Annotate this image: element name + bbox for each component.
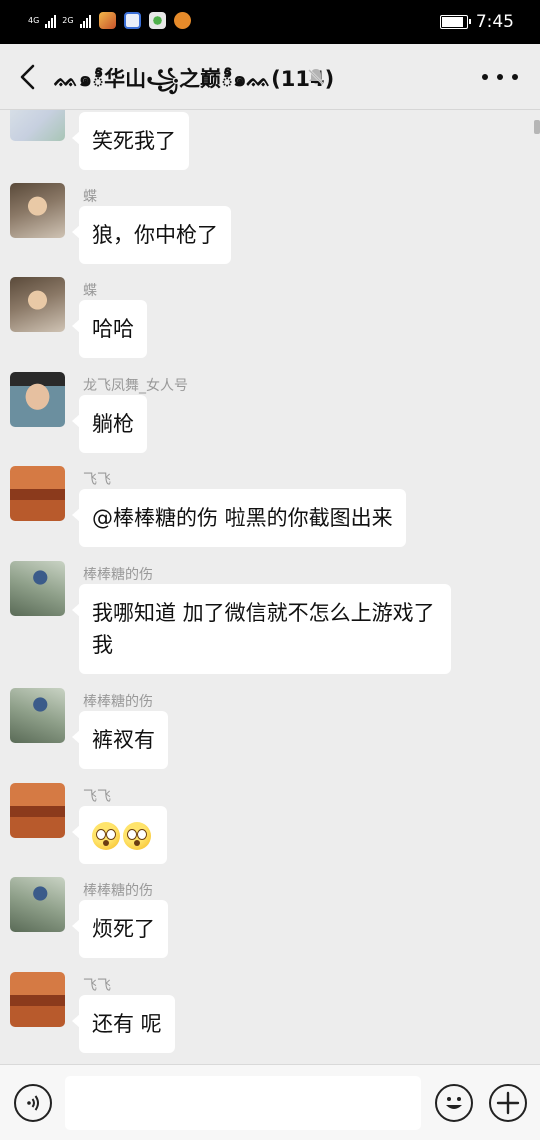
input-bar	[0, 1064, 540, 1140]
plus-icon	[496, 1091, 520, 1115]
sender-name: 龙飞凤舞_女人号	[83, 378, 188, 394]
sender-name: 棒棒糖的伤	[83, 694, 153, 710]
signal-1-icon	[45, 14, 57, 28]
message-input[interactable]	[65, 1076, 421, 1130]
voice-input-button[interactable]	[14, 1084, 52, 1122]
message-bubble[interactable]: @棒棒糖的伤 啦黑的你截图出来	[72, 489, 406, 547]
browser-app-icon	[148, 12, 166, 29]
signal-2-icon	[79, 14, 91, 28]
message-bubble[interactable]: 裤衩有	[72, 711, 168, 769]
mute-bell-icon	[306, 67, 326, 87]
avatar[interactable]	[10, 561, 65, 616]
avatar[interactable]	[10, 877, 65, 932]
baidu-app-icon	[123, 12, 141, 29]
message-bubble[interactable]: 还有 呢	[72, 995, 175, 1053]
chat-message-list[interactable]: 笑死我了 蝶 狼，你中枪了 蝶 哈哈 龙飞凤舞_女人号 躺枪 飞飞 @棒棒糖的伤…	[0, 110, 540, 1064]
message-bubble[interactable]: 躺枪	[72, 395, 147, 453]
message-bubble[interactable]: 烦死了	[72, 900, 168, 958]
avatar[interactable]	[10, 466, 65, 521]
avatar[interactable]	[10, 688, 65, 743]
more-functions-button[interactable]	[489, 1084, 527, 1122]
message-bubble[interactable]: 哈哈	[72, 300, 147, 358]
shocked-emoji-icon	[92, 822, 120, 850]
voice-icon	[27, 1095, 39, 1111]
message-bubble[interactable]: 狼，你中枪了	[72, 206, 231, 264]
shocked-emoji-icon	[123, 822, 151, 850]
avatar[interactable]	[10, 110, 65, 141]
status-time: 7:45	[475, 12, 514, 32]
status-left: 4G 2G	[28, 12, 191, 29]
status-right: 7:45	[439, 12, 514, 32]
avatar[interactable]	[10, 372, 65, 427]
avatar[interactable]	[10, 972, 65, 1027]
status-bar: 4G 2G 7:45	[0, 0, 540, 44]
message-bubble[interactable]: 笑死我了	[72, 112, 189, 170]
sender-name: 蝶	[83, 283, 97, 299]
scrollbar[interactable]	[534, 120, 540, 134]
chat-title[interactable]: ᨐ๑ీ华山꧁之巅ీ๑ᨐ(114)	[54, 63, 334, 106]
avatar[interactable]	[10, 277, 65, 332]
battery-icon	[439, 15, 471, 29]
network-type-1: 4G	[28, 15, 40, 25]
sender-name: 飞飞	[83, 789, 111, 805]
network-type-2: 2G	[62, 15, 74, 25]
game-app-icon	[98, 12, 116, 29]
avatar[interactable]	[10, 183, 65, 238]
notification-app-icon	[173, 12, 191, 29]
sender-name: 棒棒糖的伤	[83, 883, 153, 899]
back-arrow-icon	[20, 64, 35, 90]
chat-header: ᨐ๑ీ华山꧁之巅ీ๑ᨐ(114)	[0, 44, 540, 110]
sender-name: 蝶	[83, 189, 97, 205]
avatar[interactable]	[10, 783, 65, 838]
sender-name: 飞飞	[83, 472, 111, 488]
smiley-icon	[446, 1097, 462, 1109]
emoji-button[interactable]	[435, 1084, 473, 1122]
back-button[interactable]	[14, 60, 44, 94]
message-bubble[interactable]	[72, 806, 167, 864]
more-options-button[interactable]	[482, 68, 518, 86]
sender-name: 飞飞	[83, 978, 111, 994]
sender-name: 棒棒糖的伤	[83, 567, 153, 583]
message-bubble[interactable]: 我哪知道 加了微信就不怎么上游戏了我	[72, 584, 451, 674]
